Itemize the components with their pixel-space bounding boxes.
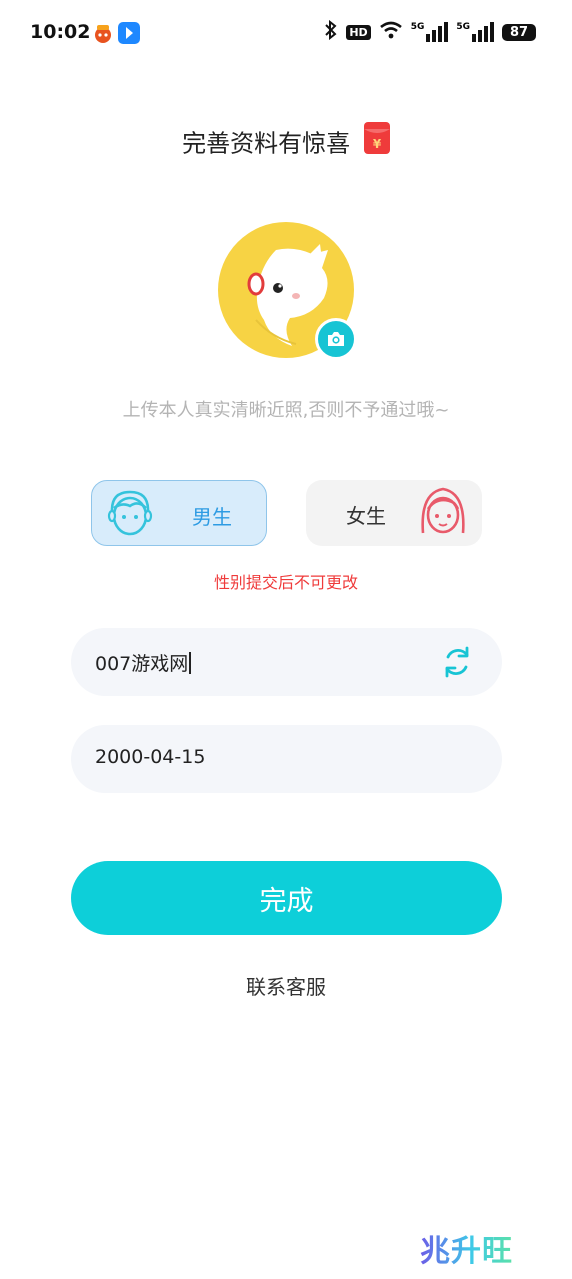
app-notification-icon [92,22,114,44]
page-title: 完善资料有惊喜 ¥ [0,122,572,160]
birthday-input[interactable]: 2000-04-15 [71,725,502,793]
bluetooth-icon [324,19,338,44]
status-time: 10:02 [30,21,91,43]
wifi-icon [379,20,403,44]
camera-button[interactable] [315,318,357,360]
gender-male-button[interactable]: 男生 [91,480,267,546]
camera-icon [328,332,344,346]
contact-support-link[interactable]: 联系客服 [0,971,572,1000]
nickname-value: 007游戏网 [95,649,191,676]
gender-female-label: 女生 [346,504,386,528]
status-icons: HD 5G 5G 87 [324,19,536,44]
network-type-label: 5G [410,22,425,32]
battery-indicator: 87 [502,23,536,41]
hd-indicator: HD [346,24,371,40]
svg-text:¥: ¥ [373,137,382,151]
gender-female-button[interactable]: 女生 [306,480,482,546]
app-notification-icon [118,22,140,44]
nickname-input[interactable]: 007游戏网 [71,628,502,696]
refresh-icon[interactable] [440,645,474,683]
signal-icon: 5G [411,22,449,42]
female-face-icon [418,485,468,543]
gender-male-label: 男生 [192,505,232,529]
text-caret [189,652,191,674]
done-button[interactable]: 完成 [71,861,502,935]
birthday-value: 2000-04-15 [95,746,206,768]
gender-warning: 性别提交后不可更改 [213,573,358,592]
network-type-label: 5G [456,22,470,32]
upload-hint: 上传本人真实清晰近照,否则不予通过哦~ [122,400,450,421]
signal-icon: 5G [456,22,494,42]
red-packet-icon: ¥ [363,122,390,160]
status-bar: 10:02 HD 5G 5G 87 [0,0,572,70]
watermark-logo: 兆升旺 [420,1226,513,1270]
page-title-text: 完善资料有惊喜 [182,129,351,158]
male-face-icon [106,488,154,542]
